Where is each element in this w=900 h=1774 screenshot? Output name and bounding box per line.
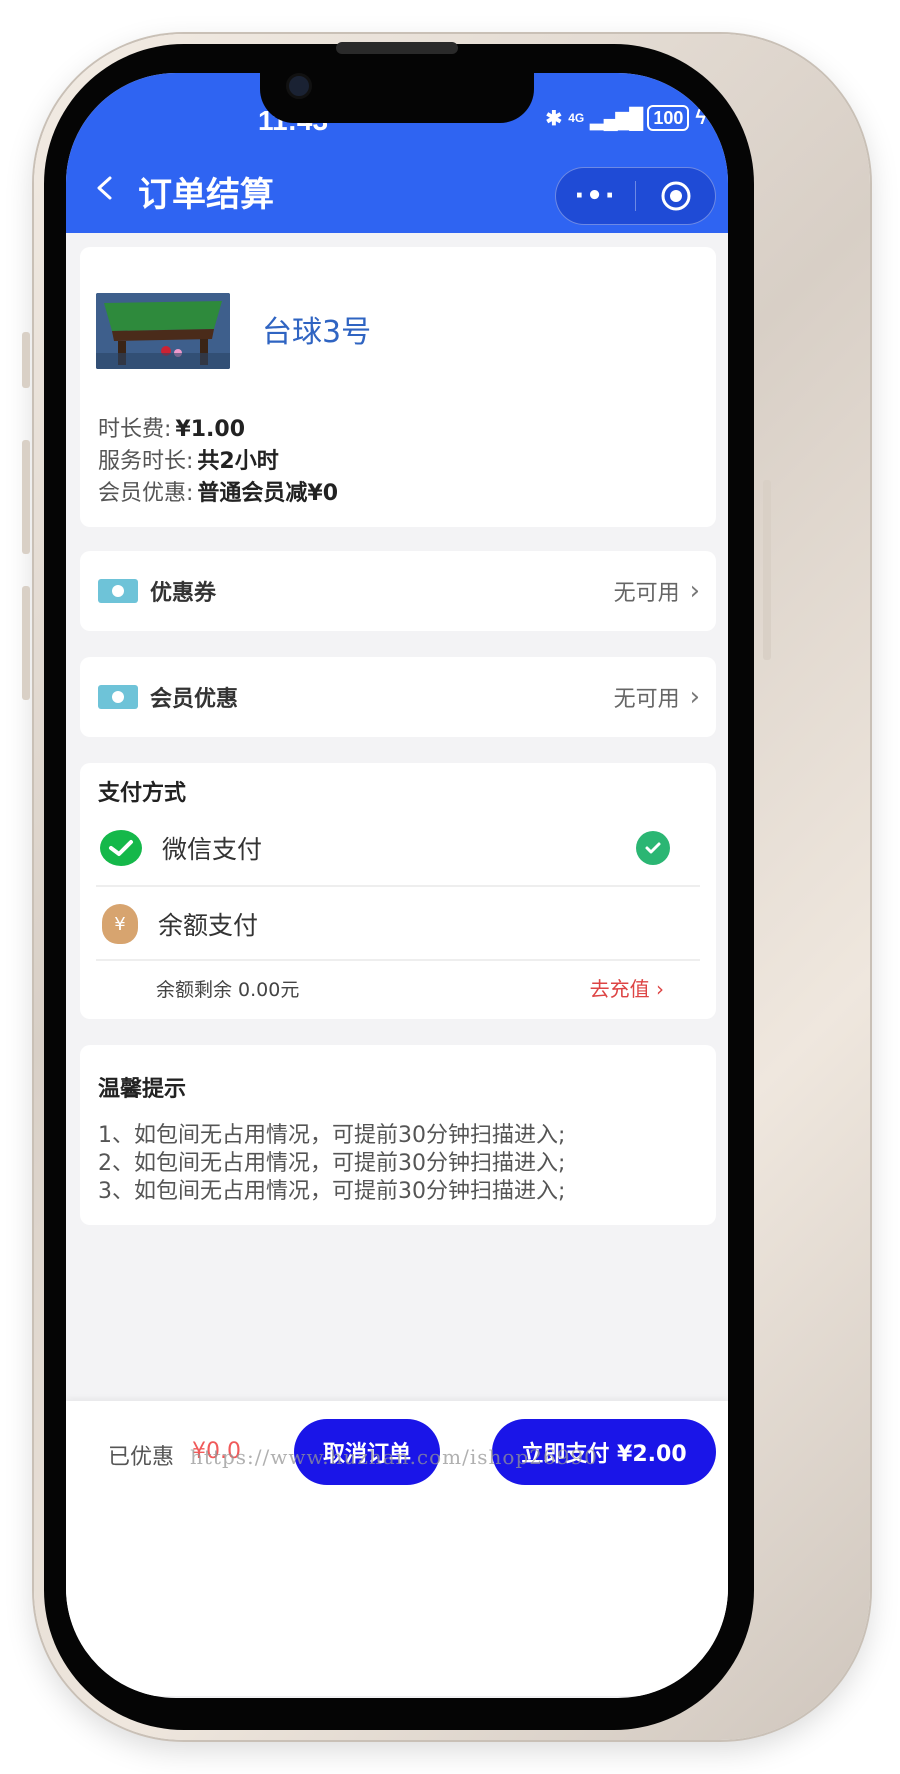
pool-table-image bbox=[96, 293, 230, 369]
tip-line-3: 3、如包间无占用情况，可提前30分钟扫描进入; bbox=[98, 1179, 566, 1204]
balance-pay-option[interactable]: ¥ 余额支付 bbox=[96, 887, 700, 961]
signal-icon: ▂▄▆█ bbox=[590, 107, 643, 130]
speaker-grille bbox=[336, 42, 458, 54]
volume-down-button bbox=[22, 586, 30, 700]
payment-title: 支付方式 bbox=[98, 781, 187, 806]
member-discount-label: 会员优惠: bbox=[98, 481, 194, 506]
close-mini-program-button[interactable] bbox=[636, 168, 715, 224]
network-label: 4G bbox=[568, 111, 585, 125]
wechat-check-mark bbox=[109, 840, 133, 856]
bluetooth-icon: ✱ bbox=[545, 107, 563, 130]
duration-fee-label: 时长费: bbox=[98, 417, 172, 442]
member-discount-row: 会员优惠: 普通会员减¥0 bbox=[98, 475, 338, 507]
member-offer-row[interactable]: 会员优惠 无可用 › bbox=[80, 657, 716, 737]
battery-indicator: 100 bbox=[647, 105, 690, 131]
tips-card: 温馨提示 1、如包间无占用情况，可提前30分钟扫描进入; 2、如包间无占用情况，… bbox=[80, 1045, 716, 1225]
member-offer-value: 无可用 bbox=[613, 687, 680, 712]
wechat-icon bbox=[100, 830, 142, 866]
power-button bbox=[763, 480, 771, 660]
front-camera bbox=[286, 73, 312, 99]
product-name: 台球3号 bbox=[262, 315, 372, 350]
wechat-pay-option[interactable]: 微信支付 bbox=[96, 811, 700, 885]
balance-pay-label: 余额支付 bbox=[158, 911, 259, 940]
bottom-action-bar: 已优惠 ¥0.0 取消订单 立即支付 ¥2.00 https://www.huz… bbox=[66, 1401, 728, 1696]
duration-fee-row: 时长费: ¥1.00 bbox=[98, 411, 245, 443]
money-bag-icon: ¥ bbox=[102, 904, 138, 944]
cancel-order-button[interactable]: 取消订单 bbox=[294, 1419, 440, 1485]
coupon-label: 优惠券 bbox=[150, 581, 217, 606]
app-screen: 11:43 ✱ 4G ▂▄▆█ 100 ϟ 订单结算 ·•· bbox=[66, 73, 728, 1698]
charging-icon: ϟ bbox=[695, 106, 706, 129]
coupon-row[interactable]: 优惠券 无可用 › bbox=[80, 551, 716, 631]
discount-value: ¥0.0 bbox=[192, 1439, 241, 1464]
selected-check-icon bbox=[636, 831, 670, 865]
pool-table-picture bbox=[96, 293, 230, 369]
tips-title: 温馨提示 bbox=[98, 1077, 187, 1102]
service-time-row: 服务时长: 共2小时 bbox=[98, 443, 279, 475]
recharge-link[interactable]: 去充值 › bbox=[590, 973, 664, 1002]
service-time-value: 共2小时 bbox=[197, 449, 279, 474]
chevron-right-icon: › bbox=[689, 682, 700, 712]
duration-fee-value: ¥1.00 bbox=[175, 417, 246, 442]
mini-program-capsule: ·•· bbox=[555, 167, 716, 225]
coupon-value: 无可用 bbox=[613, 581, 680, 606]
status-icons: ✱ 4G ▂▄▆█ 100 ϟ bbox=[545, 105, 706, 131]
balance-remaining: 余额剩余 0.00元 bbox=[156, 979, 300, 1001]
member-offer-label: 会员优惠 bbox=[150, 687, 239, 712]
balance-divider bbox=[96, 959, 700, 961]
member-discount-value: 普通会员减¥0 bbox=[197, 481, 339, 506]
silent-switch bbox=[22, 332, 30, 388]
page-title: 订单结算 bbox=[138, 175, 274, 215]
coupon-ticket-icon bbox=[98, 579, 138, 603]
notch bbox=[260, 73, 534, 123]
volume-up-button bbox=[22, 440, 30, 554]
payment-method-card: 支付方式 微信支付 ¥ 余额支付 余额剩余 0.00元 去充值 › bbox=[80, 763, 716, 1019]
product-card: 台球3号 时长费: ¥1.00 服务时长: 共2小时 会员优惠: 普通会员减¥0 bbox=[80, 247, 716, 527]
more-dots-icon: ·•· bbox=[574, 181, 617, 211]
wechat-pay-label: 微信支付 bbox=[162, 835, 263, 864]
target-circle-icon bbox=[661, 181, 690, 211]
member-ticket-icon bbox=[98, 685, 138, 709]
service-time-label: 服务时长: bbox=[98, 449, 194, 474]
back-arrow-icon[interactable] bbox=[92, 175, 118, 201]
discount-label: 已优惠 bbox=[108, 1445, 175, 1470]
chevron-right-icon: › bbox=[689, 576, 700, 606]
pay-now-button[interactable]: 立即支付 ¥2.00 bbox=[492, 1419, 716, 1485]
more-menu-button[interactable]: ·•· bbox=[556, 168, 635, 224]
